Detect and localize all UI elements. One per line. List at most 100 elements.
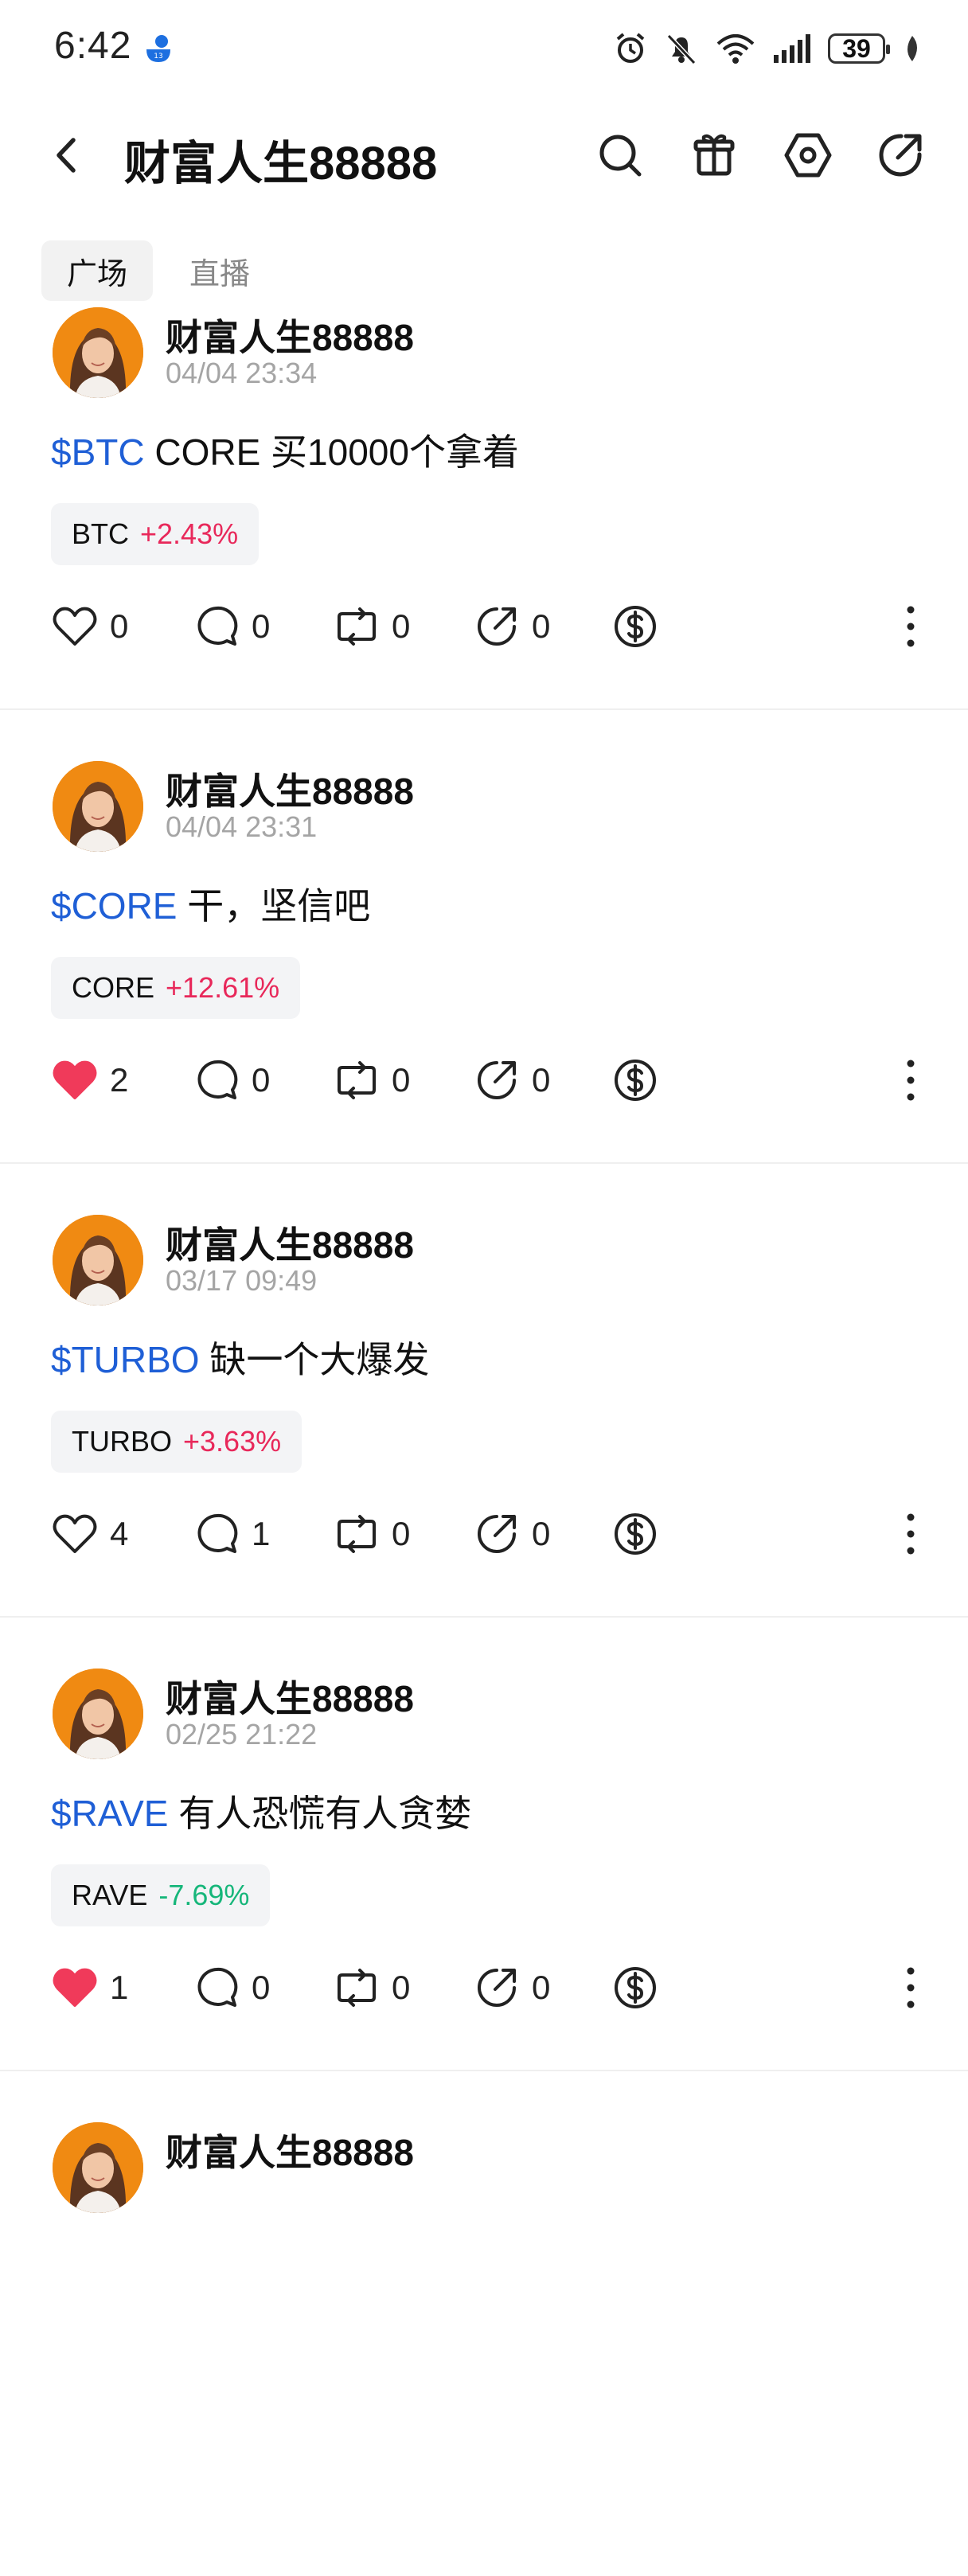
share-arrow-icon	[478, 1969, 516, 2007]
post-author[interactable]: 财富人生88888	[166, 1670, 414, 1723]
post-timestamp: 02/25 21:22	[166, 1718, 318, 1751]
tip-button[interactable]	[611, 599, 659, 654]
comment-button[interactable]: 0	[193, 1052, 270, 1108]
leaf-icon	[908, 36, 917, 61]
settings-hexagon-icon[interactable]	[782, 129, 834, 181]
comment-button[interactable]: 0	[193, 599, 270, 654]
like-count: 1	[110, 1969, 129, 2006]
post-divider	[0, 1162, 968, 1164]
post-text: 缺一个大爆发	[199, 1339, 430, 1380]
status-bar: 6:42 13 39	[0, 0, 968, 96]
share-count: 0	[532, 607, 551, 645]
post-timestamp: 04/04 23:34	[166, 357, 318, 389]
battery-indicator: 39	[828, 33, 890, 64]
avatar-image	[53, 761, 143, 852]
svg-text:13: 13	[154, 53, 162, 60]
post-card[interactable]: 财富人生88888 04/04 23:31 $CORE 干，坚信吧 CORE +…	[0, 761, 968, 1215]
post-author[interactable]: 财富人生88888	[166, 309, 414, 361]
more-vertical-icon[interactable]	[895, 1506, 927, 1562]
ticker-tag-symbol: RAVE	[72, 1879, 148, 1911]
ticker-tag-change: -7.69%	[158, 1879, 250, 1911]
more-vertical-icon[interactable]	[895, 599, 927, 654]
post-text: CORE 买10000个拿着	[144, 431, 519, 473]
more-vertical-icon[interactable]	[895, 1052, 927, 1108]
comment-button[interactable]: 0	[193, 1960, 270, 2016]
more-vertical-icon[interactable]	[895, 1960, 927, 2016]
share-arrow-icon	[478, 1515, 516, 1553]
like-button[interactable]: 1	[51, 1960, 128, 2016]
tip-button[interactable]	[611, 1960, 659, 2016]
like-button[interactable]: 0	[51, 599, 128, 654]
ticker-tag-symbol: TURBO	[72, 1425, 172, 1458]
share-post-button[interactable]: 0	[473, 1960, 550, 2016]
share-count: 0	[532, 1061, 551, 1099]
post-divider	[0, 2070, 968, 2071]
ticker-tag[interactable]: TURBO +3.63%	[51, 1411, 302, 1473]
comment-icon	[197, 1513, 238, 1553]
repost-icon	[338, 607, 376, 646]
post-author[interactable]: 财富人生88888	[166, 763, 414, 815]
post-author[interactable]: 财富人生88888	[166, 2124, 414, 2176]
like-count: 0	[110, 607, 129, 645]
signal-icon	[774, 34, 810, 63]
repost-button[interactable]: 0	[333, 1960, 410, 2016]
tab-square[interactable]: 广场	[41, 240, 154, 301]
post-ticker-link[interactable]: $BTC	[51, 431, 145, 473]
post-content: $CORE 干，坚信吧	[51, 877, 370, 930]
ticker-tag[interactable]: CORE +12.61%	[51, 957, 301, 1019]
comment-icon	[197, 1060, 238, 1099]
dollar-tip-icon	[615, 606, 656, 647]
post-ticker-link[interactable]: $TURBO	[51, 1339, 200, 1380]
repost-button[interactable]: 0	[333, 1506, 410, 1562]
post-actions: 0 0 0 0	[51, 599, 927, 654]
post-card[interactable]: 财富人生88888	[0, 2122, 968, 2576]
repost-button[interactable]: 0	[333, 1052, 410, 1108]
back-arrow-icon[interactable]	[45, 129, 92, 181]
avatar[interactable]	[53, 307, 143, 398]
comment-button[interactable]: 1	[193, 1506, 270, 1562]
ticker-tag[interactable]: RAVE -7.69%	[51, 1864, 271, 1926]
tip-button[interactable]	[611, 1506, 659, 1562]
like-count: 2	[110, 1061, 129, 1099]
repost-icon	[338, 1969, 376, 2007]
avatar-image	[53, 2122, 143, 2213]
post-content: $TURBO 缺一个大爆发	[51, 1331, 429, 1384]
avatar-image	[53, 1669, 143, 1759]
repost-count: 0	[392, 1515, 411, 1552]
dollar-tip-icon	[615, 1967, 656, 2008]
dollar-tip-icon	[615, 1513, 656, 1555]
post-card[interactable]: 财富人生88888 03/17 09:49 $TURBO 缺一个大爆发 TURB…	[0, 1215, 968, 1669]
avatar[interactable]	[53, 1669, 143, 1759]
dollar-tip-icon	[615, 1060, 656, 1101]
share-post-button[interactable]: 0	[473, 599, 550, 654]
ticker-tag[interactable]: BTC +2.43%	[51, 503, 260, 565]
post-timestamp: 03/17 09:49	[166, 1264, 318, 1297]
avatar[interactable]	[53, 2122, 143, 2213]
ticker-tag-change: +2.43%	[140, 517, 239, 550]
avatar[interactable]	[53, 1215, 143, 1306]
like-count: 4	[110, 1515, 129, 1552]
post-divider	[0, 708, 968, 710]
like-button[interactable]: 2	[51, 1052, 128, 1108]
share-arrow-icon	[478, 607, 516, 646]
gift-icon[interactable]	[688, 129, 740, 181]
share-arrow-icon	[478, 1061, 516, 1099]
share-post-button[interactable]: 0	[473, 1506, 550, 1562]
repost-count: 0	[392, 1969, 411, 2006]
post-author[interactable]: 财富人生88888	[166, 1216, 414, 1269]
search-icon[interactable]	[594, 129, 646, 181]
comment-count: 1	[252, 1515, 271, 1552]
repost-button[interactable]: 0	[333, 599, 410, 654]
post-content: $RAVE 有人恐慌有人贪婪	[51, 1785, 471, 1837]
post-ticker-link[interactable]: $RAVE	[51, 1793, 168, 1834]
avatar[interactable]	[53, 761, 143, 852]
share-icon[interactable]	[874, 129, 927, 181]
tip-button[interactable]	[611, 1052, 659, 1108]
post-timestamp: 04/04 23:31	[166, 810, 318, 843]
tab-live[interactable]: 直播	[164, 240, 275, 301]
post-ticker-link[interactable]: $CORE	[51, 885, 177, 927]
like-button[interactable]: 4	[51, 1506, 128, 1562]
post-card[interactable]: 财富人生88888 04/04 23:34 $BTC CORE 买10000个拿…	[0, 307, 968, 761]
share-post-button[interactable]: 0	[473, 1052, 550, 1108]
post-card[interactable]: 财富人生88888 02/25 21:22 $RAVE 有人恐慌有人贪婪 RAV…	[0, 1669, 968, 2122]
